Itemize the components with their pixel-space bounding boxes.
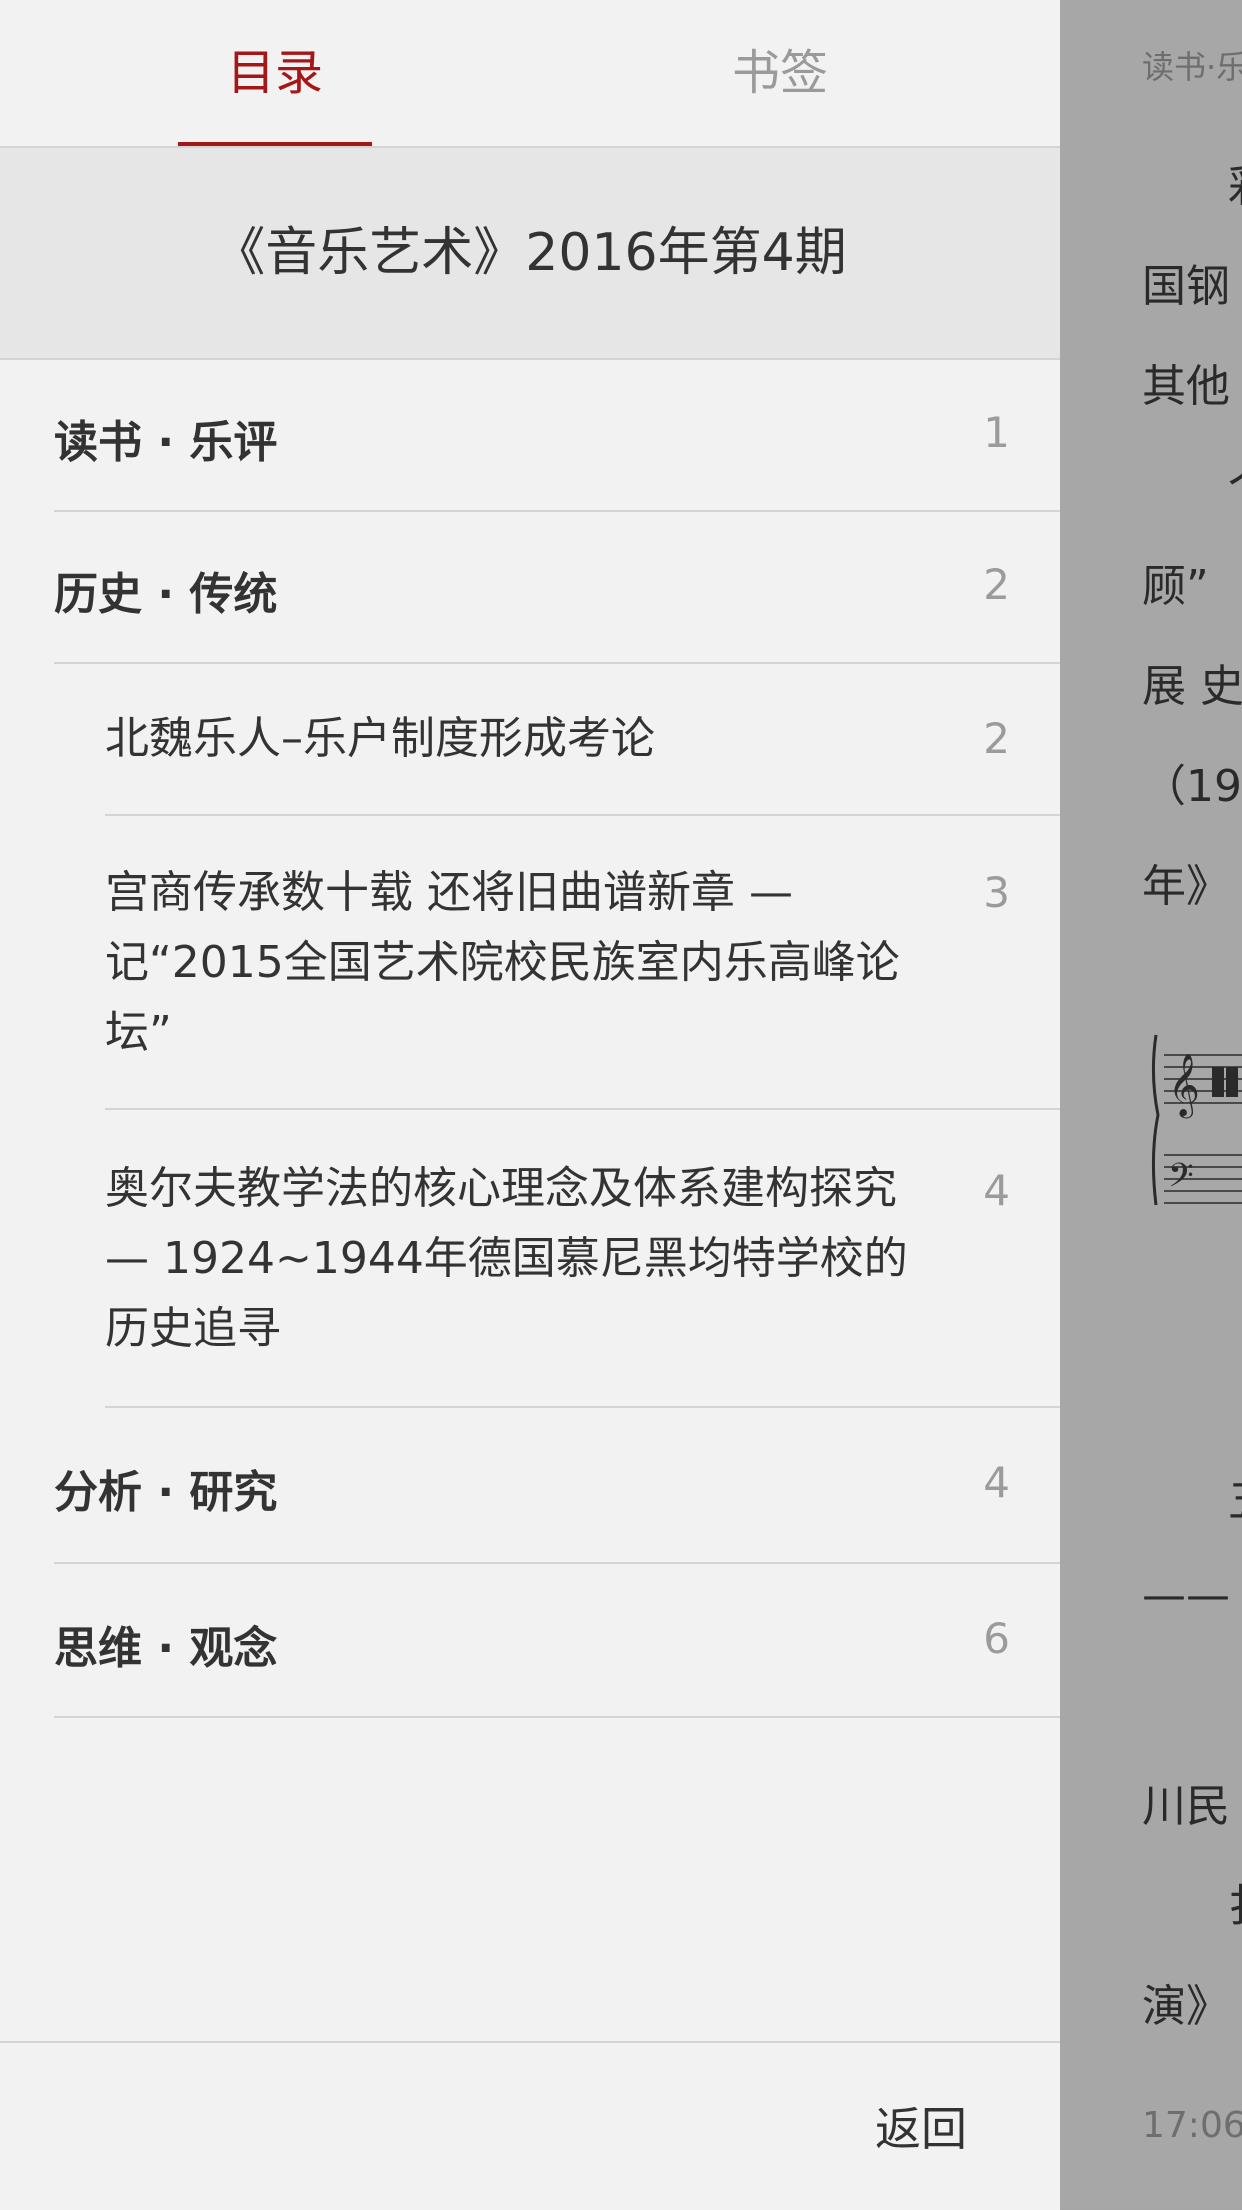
music-score-image: 𝄞 𝄢 [1151, 1034, 1242, 1206]
reader-running-header: 读书·乐 [1142, 48, 1242, 86]
toc-drawer: 目录 书签 《音乐艺术》2016年第4期 读书 · 乐评 1 历史 · 传统 2… [0, 0, 1060, 2210]
drawer-tabs: 目录 书签 [0, 0, 1060, 148]
drawer-footer: 返回 [0, 2041, 1060, 2210]
toc-item-page: 4 [983, 1458, 1010, 1507]
reader-text-line: —— [1142, 1570, 1230, 1621]
toc-section-history-tradition[interactable]: 历史 · 传统 2 [54, 512, 1060, 664]
reader-text-line: （191 [1142, 761, 1242, 812]
toc-item-page: 1 [983, 408, 1010, 457]
toc-section-thinking-concepts[interactable]: 思维 · 观念 6 [54, 1564, 1060, 1718]
reader-text-line: 演》 [1142, 1981, 1230, 2032]
toc-item-title: 读书 · 乐评 [54, 417, 278, 468]
toc-item-page: 4 [983, 1166, 1010, 1215]
reader-clock: 17:06 [1142, 2105, 1242, 2146]
issue-title: 《音乐艺术》2016年第4期 [0, 148, 1060, 360]
reader-text-line: 顾” [1142, 561, 1209, 612]
reader-text-line: 个 [1228, 450, 1242, 514]
toc-item-page: 3 [983, 868, 1010, 917]
toc-item-title: 分析 · 研究 [54, 1467, 278, 1518]
toc-item-page: 6 [983, 1614, 1010, 1663]
reader-text-line: 川民 [1142, 1781, 1230, 1832]
back-button[interactable]: 返回 [855, 2083, 987, 2169]
svg-text:𝄞: 𝄞 [1168, 1053, 1200, 1119]
toc-article-item[interactable]: 奥尔夫教学法的核心理念及体系建构探究 — 1924~1944年德国慕尼黑均特学校… [105, 1110, 1060, 1408]
toc-section-reading-reviews[interactable]: 读书 · 乐评 1 [54, 358, 1060, 512]
toc-item-title: 奥尔夫教学法的核心理念及体系建构探究 — 1924~1944年德国慕尼黑均特学校… [105, 1163, 908, 1354]
reader-text-line: 五 [1228, 1465, 1242, 1529]
toc-item-title: 思维 · 观念 [54, 1623, 278, 1674]
toc-item-title: 宫商传承数十载 还将旧曲谱新章 — 记“2015全国艺术院校民族室内乐高峰论坛” [105, 867, 900, 1058]
reader-text-line: 国钢 [1142, 261, 1230, 312]
toc-article-item[interactable]: 北魏乐人–乐户制度形成考论 2 [105, 664, 1060, 816]
reader-text-line: 其他 [1142, 361, 1230, 412]
reader-text-line: 《 [1228, 1670, 1242, 1734]
svg-text:𝄢: 𝄢 [1168, 1157, 1194, 1203]
toc-item-page: 2 [983, 560, 1010, 609]
reader-text-line: 彩 [1228, 150, 1242, 214]
reader-text-line: 扌 [1228, 1870, 1242, 1934]
tab-bookmarks[interactable]: 书签 [680, 0, 880, 146]
toc-article-item[interactable]: 宫商传承数十载 还将旧曲谱新章 — 记“2015全国艺术院校民族室内乐高峰论坛”… [105, 816, 1060, 1110]
tab-contents[interactable]: 目录 [178, 0, 372, 146]
toc-item-page: 2 [983, 714, 1010, 763]
reader-text-line: 展 史 [1142, 661, 1242, 712]
reader-text-line: 年》 [1142, 861, 1230, 912]
toc-item-title: 北魏乐人–乐户制度形成考论 [105, 713, 655, 764]
toc-section-analysis-research[interactable]: 分析 · 研究 4 [54, 1408, 1060, 1564]
toc-item-title: 历史 · 传统 [54, 569, 278, 620]
active-tab-indicator [178, 142, 372, 146]
